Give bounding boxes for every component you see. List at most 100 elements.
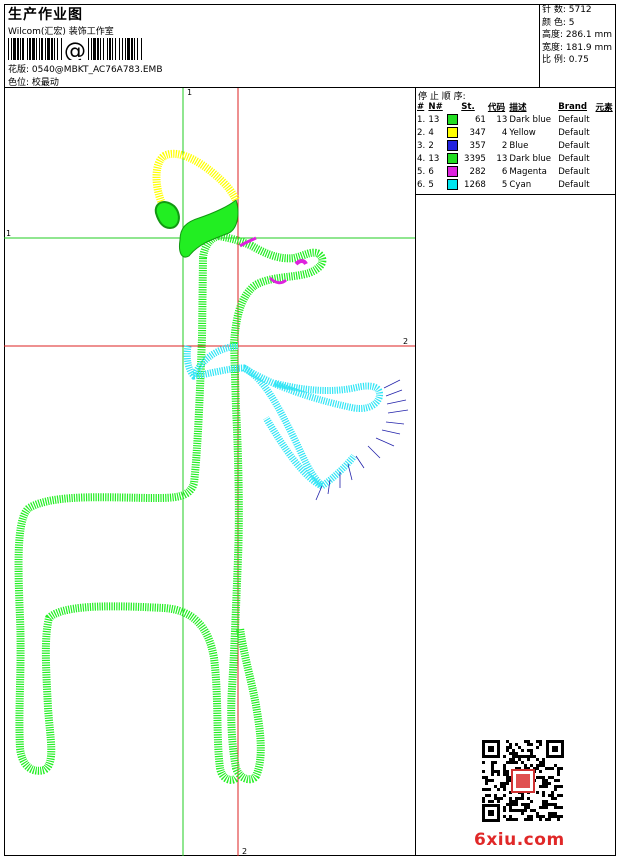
needle-number: 6 — [427, 165, 445, 178]
watermark-logo: 6xiu.com — [474, 830, 565, 850]
color-swatch-cell — [446, 126, 461, 139]
color-position: 色位: 校最动 — [8, 78, 59, 88]
color-swatch — [446, 166, 458, 177]
stitch-count: 1268 — [464, 179, 486, 190]
column-header: 代码 — [487, 102, 506, 113]
header: 生产作业图 Wilcom(汇宏) 装饰工作室 @ 花版: 0540@MBKT_A… — [4, 4, 540, 88]
needle-number: 5 — [427, 178, 445, 191]
needle-number: 4 — [427, 126, 445, 139]
stitch-count: 61 — [474, 114, 486, 125]
design-height: 高度: 286.1 mm — [542, 30, 613, 40]
table-header-row: # N# St. 代码 描述 Brand 元素 — [416, 100, 616, 113]
table-row: 4. 13 3395 13 Dark blue Default — [416, 152, 616, 165]
color-description: Blue — [509, 140, 529, 151]
brand-name: Default — [558, 179, 590, 190]
color-swatch-cell — [446, 165, 461, 178]
needle-value: 4 — [428, 127, 434, 138]
column-header: St. — [461, 101, 475, 112]
needle-number: 13 — [427, 152, 445, 165]
column-header: 描述 — [509, 102, 527, 113]
design-scale: 比 例: 0.75 — [542, 55, 589, 65]
page-title: 生产作业图 — [8, 7, 83, 23]
embroidery-drawing: 1 1 2 2 — [4, 88, 415, 856]
color-description: Dark blue — [509, 153, 552, 164]
deer-nostril — [294, 259, 308, 266]
color-code: 13 — [496, 153, 508, 164]
color-description: Magenta — [509, 166, 547, 177]
table-row: 6. 5 1268 5 Cyan Default — [416, 178, 616, 191]
stitch-count: 3395 — [464, 153, 486, 164]
deer-hat — [152, 149, 240, 210]
column-header-swatch — [446, 100, 461, 113]
guide-label-h1: 1 — [6, 229, 11, 238]
row-index: 4. — [417, 153, 426, 164]
row-index: 1. — [417, 114, 426, 125]
needle-value: 13 — [428, 114, 440, 125]
color-swatch — [446, 179, 458, 190]
svg-text:@: @ — [64, 39, 86, 60]
deer-back-and-leg — [14, 257, 239, 784]
column-header: 元素 — [595, 102, 613, 113]
qr-code-image — [482, 740, 564, 822]
stitch-count: 357 — [469, 140, 486, 151]
color-swatch — [446, 114, 458, 125]
table-row: 5. 6 282 6 Magenta Default — [416, 165, 616, 178]
color-swatch-cell — [446, 152, 461, 165]
needle-number: 13 — [427, 113, 445, 126]
column-header: Brand — [558, 101, 588, 112]
stitch-count: 347 — [469, 127, 486, 138]
guide-label-h2: 2 — [403, 337, 408, 346]
deer-head-band — [179, 199, 239, 258]
needle-value: 5 — [428, 179, 434, 190]
design-specs: 针 数: 5712 颜 色: 5 高度: 286.1 mm 宽度: 181.9 … — [540, 4, 616, 88]
brand-name: Default — [558, 140, 590, 151]
element-name — [595, 165, 617, 178]
color-swatch-cell — [446, 113, 461, 126]
color-code: 4 — [501, 127, 508, 138]
stitch-count: 针 数: 5712 — [542, 5, 592, 15]
color-swatch — [446, 140, 458, 151]
guide-label-v2: 2 — [242, 847, 247, 856]
design-file-name: 花版: 0540@MBKT_AC76A783.EMB — [8, 65, 163, 75]
barcode-image: @ — [8, 38, 142, 60]
studio-name: Wilcom(汇宏) 装饰工作室 — [8, 27, 114, 37]
element-name — [595, 113, 617, 126]
design-width: 宽度: 181.9 mm — [542, 42, 613, 53]
color-swatch — [446, 127, 458, 138]
needle-value: 13 — [428, 153, 440, 164]
needle-value: 6 — [428, 166, 434, 177]
row-index: 2. — [417, 127, 426, 138]
color-swatch-cell — [446, 139, 461, 152]
row-index: 5. — [417, 166, 426, 177]
element-name — [595, 139, 617, 152]
brand-name: Default — [558, 166, 590, 177]
row-index: 6. — [417, 179, 426, 190]
color-code: 6 — [501, 166, 508, 177]
color-code: 2 — [501, 140, 508, 151]
deer-hat-band — [154, 201, 180, 230]
table-row: 2. 4 347 4 Yellow Default — [416, 126, 616, 139]
color-swatch — [446, 153, 458, 164]
stitch-count: 282 — [469, 166, 486, 177]
design-preview: 1 1 2 2 — [4, 88, 416, 856]
brand-name: Default — [558, 127, 590, 138]
column-header: # — [417, 101, 425, 112]
brand-name: Default — [558, 114, 590, 125]
scarf-fringe — [315, 379, 409, 501]
table-divider — [416, 194, 616, 195]
table-row: 3. 2 357 2 Blue Default — [416, 139, 616, 152]
stop-sequence-table: # N# St. 代码 描述 Brand 元素 1. 13 61 13 Dark bl… — [416, 100, 616, 191]
color-swatch-cell — [446, 178, 461, 191]
deer-body-outline — [199, 231, 327, 784]
element-name — [595, 152, 617, 165]
element-name — [595, 178, 617, 191]
needle-value: 2 — [428, 140, 434, 151]
color-description: Yellow — [509, 127, 536, 138]
column-header: N# — [428, 101, 443, 112]
brand-name: Default — [558, 153, 590, 164]
stop-sequence-panel: 停 止 顺 序: # N# St. 代码 描述 Brand 元素 1. 13 61… — [416, 88, 616, 856]
color-description: Dark blue — [509, 114, 552, 125]
color-description: Cyan — [509, 179, 532, 190]
deer-scarf — [183, 342, 384, 491]
element-name — [595, 126, 617, 139]
